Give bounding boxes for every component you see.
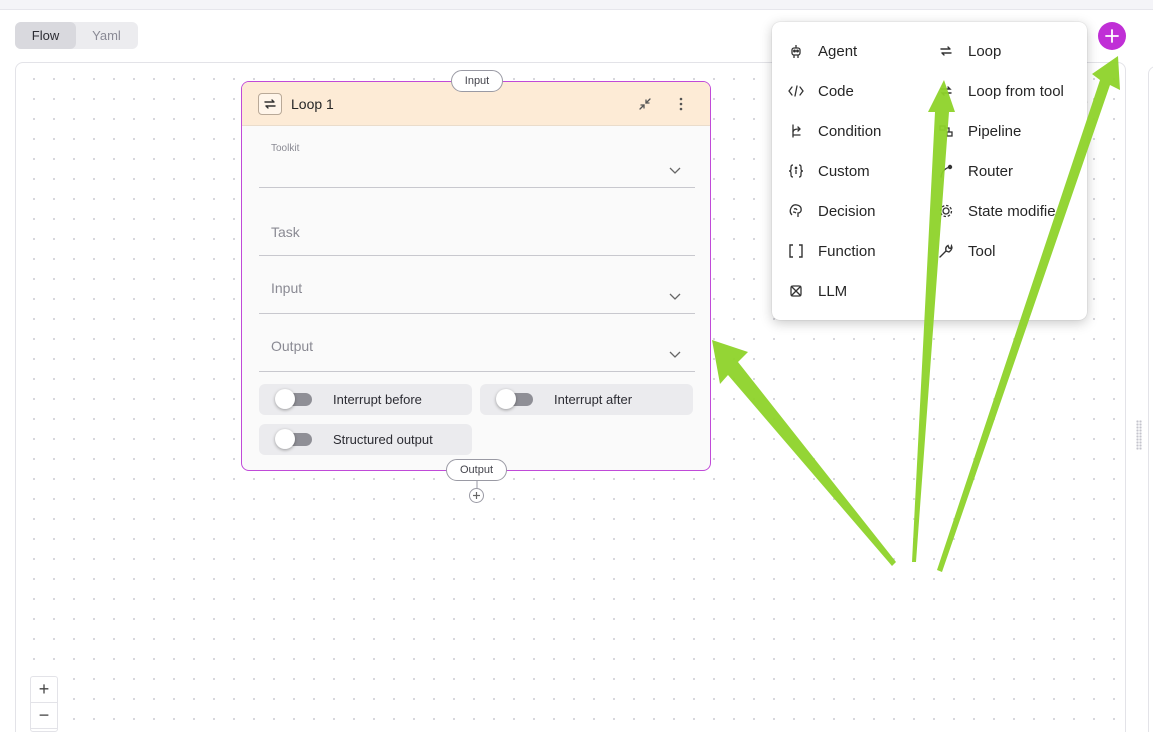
- zoom-out-button[interactable]: −: [31, 703, 57, 729]
- gear-icon: [938, 203, 954, 219]
- tab-yaml[interactable]: Yaml: [76, 22, 137, 49]
- menu-item-label: Router: [968, 162, 1014, 180]
- input-port[interactable]: Input: [451, 70, 503, 92]
- input-select[interactable]: Input: [259, 268, 695, 314]
- view-toggle: Flow Yaml: [15, 22, 138, 49]
- plus-icon: [1105, 29, 1119, 43]
- brackets-icon: [788, 243, 804, 259]
- add-node-port-button[interactable]: [469, 488, 484, 503]
- interrupt-after-row: Interrupt after: [480, 384, 693, 415]
- task-label: Task: [271, 224, 300, 240]
- menu-item-label: Tool: [968, 242, 996, 260]
- menu-item-condition[interactable]: Condition: [788, 117, 881, 145]
- menu-item-label: Loop from tool: [968, 82, 1064, 100]
- menu-item-custom[interactable]: Custom: [788, 157, 870, 185]
- loop-node[interactable]: Loop 1 Toolkit Task Input Output Interru…: [241, 81, 711, 471]
- menu-item-label: Condition: [818, 122, 882, 140]
- menu-item-tool[interactable]: Tool: [938, 237, 996, 265]
- output-port[interactable]: Output: [446, 459, 507, 481]
- interrupt-after-switch[interactable]: [496, 389, 533, 409]
- menu-item-loop[interactable]: Loop: [938, 37, 1001, 65]
- chevron-down-icon: [669, 167, 681, 174]
- top-bar: [0, 0, 1153, 10]
- brain-icon: [788, 203, 804, 219]
- loop-icon: [258, 93, 282, 115]
- toolkit-label: Toolkit: [271, 143, 300, 154]
- menu-item-label: Function: [818, 242, 876, 260]
- loop-icon: [938, 43, 954, 59]
- menu-item-label: Loop: [968, 42, 1002, 60]
- robot-icon: [788, 43, 804, 59]
- add-node-menu: Agent Code Condition Custom Decision Fun…: [772, 22, 1087, 320]
- toolkit-select[interactable]: Toolkit: [259, 140, 695, 188]
- menu-item-agent[interactable]: Agent: [788, 37, 857, 65]
- output-label: Output: [271, 338, 314, 354]
- menu-item-loop-from-tool[interactable]: Loop from tool: [938, 77, 1064, 105]
- output-select[interactable]: Output: [259, 326, 695, 372]
- interrupt-before-switch[interactable]: [275, 389, 312, 409]
- zoom-in-button[interactable]: +: [31, 677, 57, 703]
- llm-icon: [788, 283, 804, 299]
- collapse-icon[interactable]: [638, 97, 652, 111]
- structured-output-row: Structured output: [259, 424, 472, 455]
- menu-item-label: State modifie: [968, 202, 1056, 220]
- structured-output-switch[interactable]: [275, 429, 312, 449]
- menu-item-label: Code: [818, 82, 854, 100]
- router-icon: [938, 163, 954, 179]
- pipeline-icon: [938, 123, 954, 139]
- loop-tool-icon: [938, 83, 954, 99]
- branch-icon: [788, 123, 804, 139]
- interrupt-before-row: Interrupt before: [259, 384, 472, 415]
- menu-item-pipeline[interactable]: Pipeline: [938, 117, 1021, 145]
- menu-item-decision[interactable]: Decision: [788, 197, 876, 225]
- chevron-down-icon: [669, 351, 681, 358]
- menu-item-label: Pipeline: [968, 122, 1022, 140]
- wrench-icon: [938, 243, 954, 259]
- structured-output-label: Structured output: [333, 432, 433, 447]
- task-field[interactable]: Task: [259, 212, 695, 256]
- menu-item-function[interactable]: Function: [788, 237, 876, 265]
- menu-item-label: Custom: [818, 162, 870, 180]
- menu-item-label: LLM: [818, 282, 848, 300]
- menu-item-code[interactable]: Code: [788, 77, 854, 105]
- chevron-down-icon: [669, 293, 681, 300]
- menu-item-router[interactable]: Router: [938, 157, 1013, 185]
- interrupt-before-label: Interrupt before: [333, 392, 422, 407]
- node-title[interactable]: Loop 1: [291, 96, 334, 112]
- right-panel-edge: [1148, 66, 1153, 732]
- input-label: Input: [271, 280, 303, 296]
- menu-item-state-modifier[interactable]: State modifie: [938, 197, 1056, 225]
- menu-item-label: Decision: [818, 202, 876, 220]
- resize-handle[interactable]: [1136, 420, 1142, 450]
- code-icon: [788, 83, 804, 99]
- add-node-button[interactable]: [1098, 22, 1126, 50]
- zoom-controls: + −: [30, 676, 58, 732]
- menu-item-llm[interactable]: LLM: [788, 277, 847, 305]
- interrupt-after-label: Interrupt after: [554, 392, 633, 407]
- tab-flow[interactable]: Flow: [15, 22, 76, 49]
- braces-icon: [788, 163, 804, 179]
- more-options-icon[interactable]: [674, 96, 688, 112]
- menu-item-label: Agent: [818, 42, 858, 60]
